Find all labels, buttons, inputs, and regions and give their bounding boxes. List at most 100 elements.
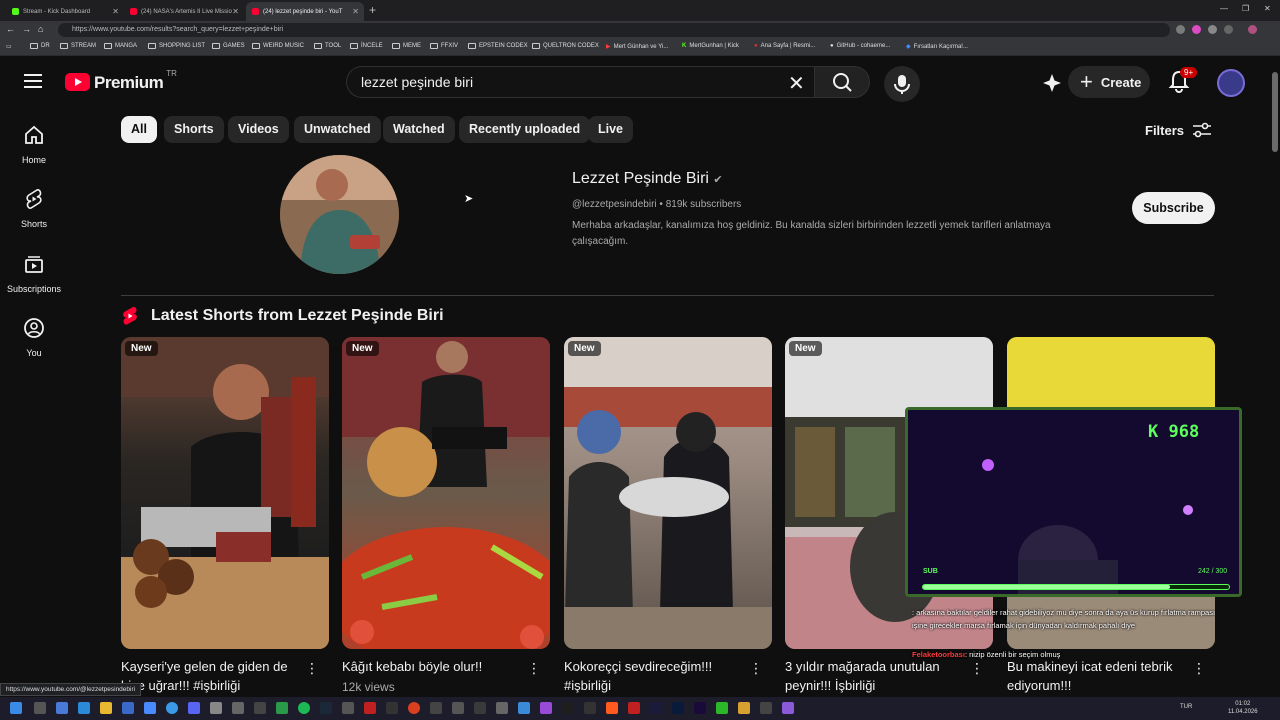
chip-live[interactable]: Live [588,116,634,143]
browser-tab-active[interactable]: (24) lezzet peşinde biri - YouT ✕ [246,2,364,21]
new-tab-button[interactable]: + [369,3,376,17]
bookmark-folder[interactable]: DR [30,43,50,49]
app-icon[interactable] [628,702,640,714]
app-icon[interactable] [364,702,376,714]
chip-watched[interactable]: Watched [383,116,455,143]
account-avatar[interactable] [1217,69,1245,97]
extension-icon[interactable] [1176,25,1185,34]
close-tab-icon[interactable]: ✕ [232,7,239,16]
sidebar-item-shorts[interactable]: Shorts [0,188,68,229]
chip-unwatched[interactable]: Unwatched [294,116,381,143]
bookmark-folder[interactable]: GAMES [212,43,245,49]
clock[interactable]: 01:02 11.04.2026 [1228,700,1258,716]
more-options-icon[interactable]: ⋮ [527,660,542,677]
channel-avatar[interactable] [280,155,399,274]
short-thumbnail[interactable]: New [342,337,550,649]
search-input[interactable]: lezzet peşinde biri [346,66,814,98]
bookmark-folder[interactable]: MANGA [104,43,137,49]
file-explorer-icon[interactable] [100,702,112,714]
app-icon[interactable] [430,702,442,714]
keyboard-language[interactable]: TUR [1180,704,1192,710]
clear-search-icon[interactable]: ✕ [788,71,805,96]
scrollbar-thumb[interactable] [1272,72,1278,152]
app-icon[interactable] [782,702,794,714]
discord-icon[interactable] [188,702,200,714]
spotify-icon[interactable] [298,702,310,714]
short-title[interactable]: 3 yıldır mağarada unutulan peynir!!! İşb… [785,657,960,695]
app-icon[interactable] [540,702,552,714]
app-icon[interactable] [342,702,354,714]
bookmark-folder[interactable]: MEME [392,43,421,49]
short-title[interactable]: Bu makineyi icat edeni tebrik ediyorum!!… [1007,657,1182,695]
sidebar-item-home[interactable]: Home [0,124,68,165]
sidebar-item-subscriptions[interactable]: Subscriptions [0,253,68,294]
app-icon[interactable] [716,702,728,714]
home-browser-icon[interactable]: ⌂ [38,24,43,34]
extension-icon[interactable] [1192,25,1201,34]
search-taskbar-icon[interactable] [34,702,46,714]
short-title[interactable]: Kokoreççi sevdireceğim!!! #işbirliği [564,657,739,695]
app-icon[interactable] [144,702,156,714]
photoshop-icon[interactable] [672,702,684,714]
bookmark-folder[interactable]: İNCELE [350,43,383,49]
bookmark-link[interactable]: ◆ Fırsatları Kaçırma!... [906,43,968,51]
page-scrollbar[interactable] [1270,57,1280,697]
profile-icon[interactable] [1248,25,1257,34]
app-icon[interactable] [738,702,750,714]
bookmark-folder[interactable]: TOOL [314,43,341,49]
close-tab-icon[interactable]: ✕ [352,7,359,16]
bookmarks-menu-icon[interactable]: ▭ [6,43,12,50]
more-options-icon[interactable]: ⋮ [749,660,764,677]
address-bar[interactable]: https://www.youtube.com/results?search_q… [58,23,1170,37]
bookmark-folder[interactable]: WEIRD MUSIC [252,43,304,49]
short-thumbnail[interactable]: New [121,337,329,649]
more-options-icon[interactable]: ⋮ [970,660,985,677]
sidebar-item-you[interactable]: You [0,317,68,358]
browser-tab[interactable]: (24) NASA's Artemis II Live Missio ✕ [124,2,244,21]
youtube-logo[interactable]: Premium TR [65,69,177,93]
browser-tab[interactable]: Stream - Kick Dashboard ✕ [6,2,124,21]
extension-icon[interactable] [1224,25,1233,34]
maximize-icon[interactable]: ❐ [1242,4,1249,13]
xbox-icon[interactable] [276,702,288,714]
short-title[interactable]: Kayseri'ye gelen de giden de bize uğrar!… [121,657,296,695]
bookmark-folder[interactable]: SHOPPING LIST [148,43,205,49]
app-icon[interactable] [606,702,618,714]
app-icon[interactable] [122,702,134,714]
chip-videos[interactable]: Videos [228,116,289,143]
audition-icon[interactable] [650,702,662,714]
app-icon[interactable] [210,702,222,714]
create-button[interactable]: + Create [1068,66,1150,98]
menu-icon[interactable] [24,74,42,88]
minimize-icon[interactable]: — [1220,4,1228,13]
voice-search-button[interactable] [884,66,920,102]
app-icon[interactable] [386,702,398,714]
bookmark-folder[interactable]: FFXIV [430,43,458,49]
app-icon[interactable] [584,702,596,714]
more-options-icon[interactable]: ⋮ [1192,660,1207,677]
steam-icon[interactable] [320,702,332,714]
forward-icon[interactable]: → [22,24,31,34]
gemini-sparkle-icon[interactable] [1042,73,1062,93]
windows-start-icon[interactable] [10,702,22,714]
app-icon[interactable] [452,702,464,714]
short-thumbnail[interactable]: New [564,337,772,649]
extension-icon[interactable] [1208,25,1217,34]
channel-name[interactable]: Lezzet Peşinde Biri ✔ [572,170,723,188]
browser-icon[interactable] [166,702,178,714]
app-icon[interactable] [518,702,530,714]
filters-button[interactable]: Filters [1145,122,1212,138]
bookmark-link[interactable]: ● GitHub - cohaeme... [830,43,890,49]
bookmark-folder[interactable]: STREAM [60,43,96,49]
premiere-icon[interactable] [694,702,706,714]
subscribe-button[interactable]: Subscribe [1132,192,1215,224]
app-icon[interactable] [474,702,486,714]
bookmark-link[interactable]: ● Ana Sayfa | Resmi... [754,43,815,49]
back-icon[interactable]: ← [6,24,15,34]
app-icon[interactable] [760,702,772,714]
bookmark-folder[interactable]: QUELTRON CODEX [532,43,599,49]
chip-all[interactable]: All [121,116,157,143]
more-options-icon[interactable]: ⋮ [305,660,320,677]
bookmark-link[interactable]: ▶ Mert Günhan ve Yi... [606,43,668,51]
app-icon[interactable] [562,702,574,714]
